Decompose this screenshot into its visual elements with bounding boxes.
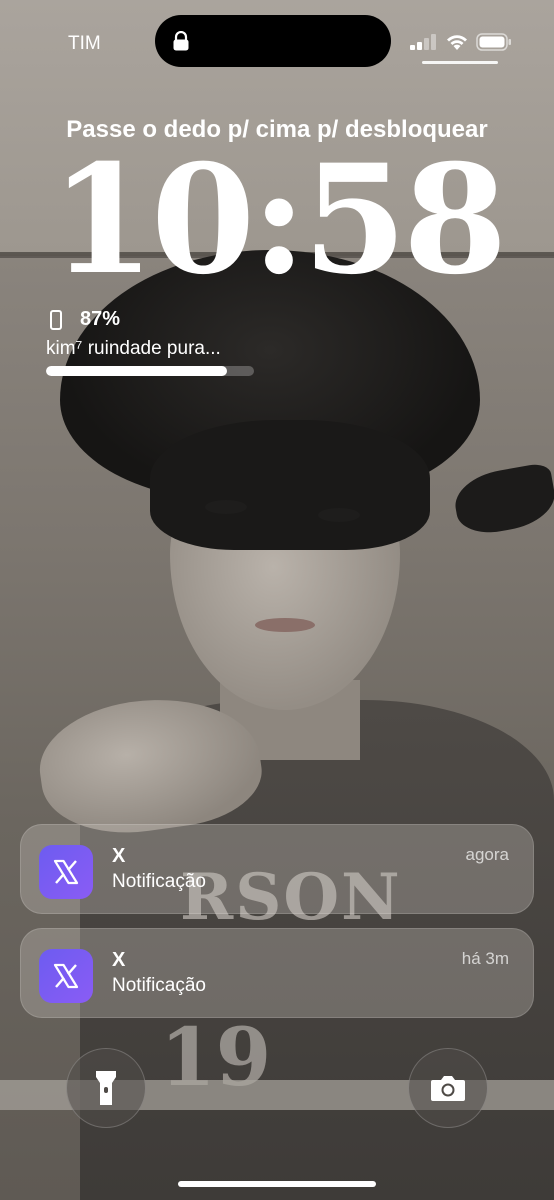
x-logo-icon [39, 949, 93, 1003]
wifi-icon [447, 35, 467, 50]
flashlight-icon [96, 1071, 116, 1105]
lock-screen: RSON 19 TIM Passe o dedo p/ cima p/ desb… [0, 0, 554, 1200]
wallpaper-eye-right [318, 508, 360, 522]
battery-music-widget[interactable]: 87% kim⁷ ruindade pura... [46, 308, 266, 378]
notification-card[interactable]: X Notificação agora [20, 824, 534, 914]
notification-time: há 3m [461, 949, 509, 968]
now-playing-title: kim⁷ ruindade pura... [46, 338, 221, 359]
signal-icon [410, 34, 436, 50]
playback-progress-fill [46, 366, 227, 376]
camera-icon [431, 1076, 465, 1101]
status-bar: TIM [0, 0, 554, 80]
x-logo-icon [39, 845, 93, 899]
control-center-indicator[interactable] [422, 61, 498, 64]
carrier-label: TIM [68, 33, 101, 54]
wallpaper-mouth [255, 618, 315, 632]
flashlight-button[interactable] [66, 1048, 146, 1128]
notification-title: X [112, 949, 126, 971]
battery-icon [476, 33, 511, 51]
battery-percent: 87% [80, 308, 121, 330]
notification-body: Notificação [112, 871, 206, 892]
wallpaper-hair [150, 420, 430, 550]
notification-title: X [112, 845, 126, 867]
notification-time: agora [465, 845, 509, 864]
notification-card[interactable]: X Notificação há 3m [20, 928, 534, 1018]
dynamic-island [155, 15, 391, 67]
notification-body: Notificação [112, 975, 206, 996]
home-indicator[interactable] [178, 1181, 376, 1187]
lockscreen-clock: 10:58 [50, 132, 508, 308]
playback-progress [46, 366, 254, 376]
lock-icon [173, 31, 189, 51]
phone-icon [50, 310, 62, 330]
camera-button[interactable] [408, 1048, 488, 1128]
wallpaper-eye-left [205, 500, 247, 514]
